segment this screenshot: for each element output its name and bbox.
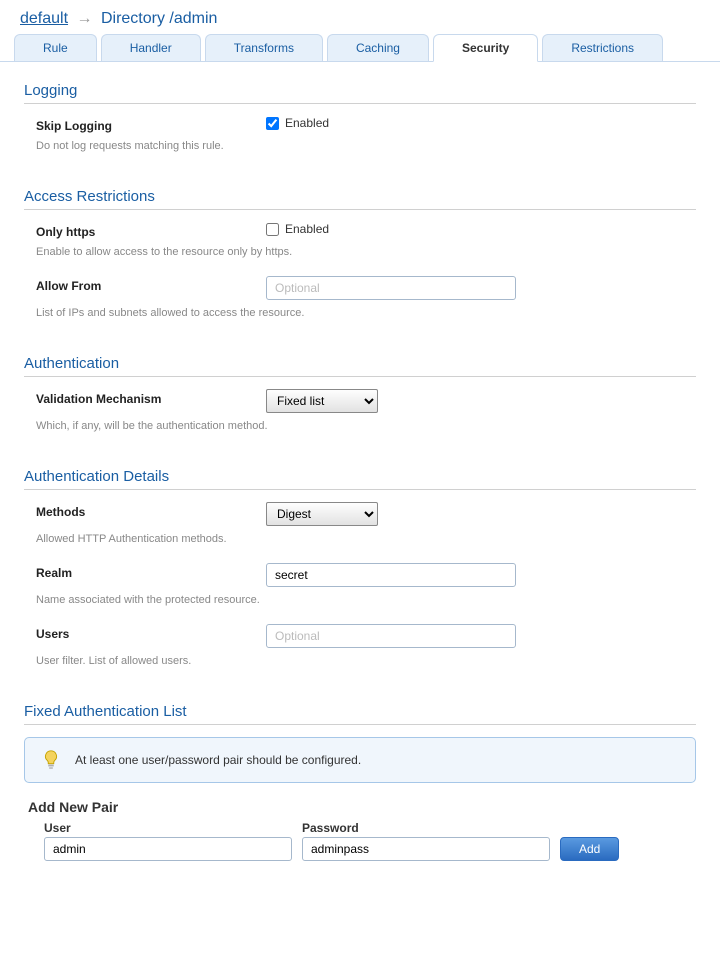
users-input[interactable] xyxy=(266,624,516,648)
info-box: At least one user/password pair should b… xyxy=(24,737,696,783)
section-title-fixed-list: Fixed Authentication List xyxy=(24,685,696,725)
breadcrumb-arrow: → xyxy=(77,10,93,27)
breadcrumb: default → Directory /admin xyxy=(0,0,720,34)
section-title-auth: Authentication xyxy=(24,337,696,377)
tab-transforms[interactable]: Transforms xyxy=(205,34,323,61)
only-https-label: Only https xyxy=(36,222,266,239)
skip-logging-checkbox[interactable] xyxy=(266,117,279,130)
validation-mechanism-desc: Which, if any, will be the authenticatio… xyxy=(24,416,696,450)
validation-mechanism-label: Validation Mechanism xyxy=(36,389,266,406)
breadcrumb-current: Directory /admin xyxy=(101,10,217,27)
realm-desc: Name associated with the protected resou… xyxy=(24,590,696,624)
section-title-auth-details: Authentication Details xyxy=(24,450,696,490)
methods-select[interactable]: Digest xyxy=(266,502,378,526)
skip-logging-label: Skip Logging xyxy=(36,116,266,133)
only-https-checkbox[interactable] xyxy=(266,223,279,236)
allow-from-desc: List of IPs and subnets allowed to acces… xyxy=(24,303,696,337)
only-https-checkbox-label: Enabled xyxy=(285,222,329,236)
tab-handler[interactable]: Handler xyxy=(101,34,201,61)
user-input[interactable] xyxy=(44,837,292,861)
password-input[interactable] xyxy=(302,837,550,861)
lightbulb-icon xyxy=(39,748,63,772)
info-text: At least one user/password pair should b… xyxy=(75,753,361,767)
methods-desc: Allowed HTTP Authentication methods. xyxy=(24,529,696,563)
section-title-logging: Logging xyxy=(24,72,696,104)
validation-mechanism-select[interactable]: Fixed list xyxy=(266,389,378,413)
methods-label: Methods xyxy=(36,502,266,519)
tab-rule[interactable]: Rule xyxy=(14,34,97,61)
tab-caching[interactable]: Caching xyxy=(327,34,429,61)
tab-restrictions[interactable]: Restrictions xyxy=(542,34,663,61)
breadcrumb-root[interactable]: default xyxy=(20,10,68,27)
add-button[interactable]: Add xyxy=(560,837,619,861)
realm-label: Realm xyxy=(36,563,266,580)
users-label: Users xyxy=(36,624,266,641)
allow-from-label: Allow From xyxy=(36,276,266,293)
tabs-bar: Rule Handler Transforms Caching Security… xyxy=(0,34,720,62)
section-title-access: Access Restrictions xyxy=(24,170,696,210)
user-field-label: User xyxy=(44,821,292,835)
only-https-desc: Enable to allow access to the resource o… xyxy=(24,242,696,276)
tab-security[interactable]: Security xyxy=(433,34,538,62)
add-new-pair-title: Add New Pair xyxy=(24,799,696,821)
skip-logging-desc: Do not log requests matching this rule. xyxy=(24,136,696,170)
allow-from-input[interactable] xyxy=(266,276,516,300)
realm-input[interactable] xyxy=(266,563,516,587)
skip-logging-checkbox-label: Enabled xyxy=(285,116,329,130)
users-desc: User filter. List of allowed users. xyxy=(24,651,696,685)
password-field-label: Password xyxy=(302,821,550,835)
